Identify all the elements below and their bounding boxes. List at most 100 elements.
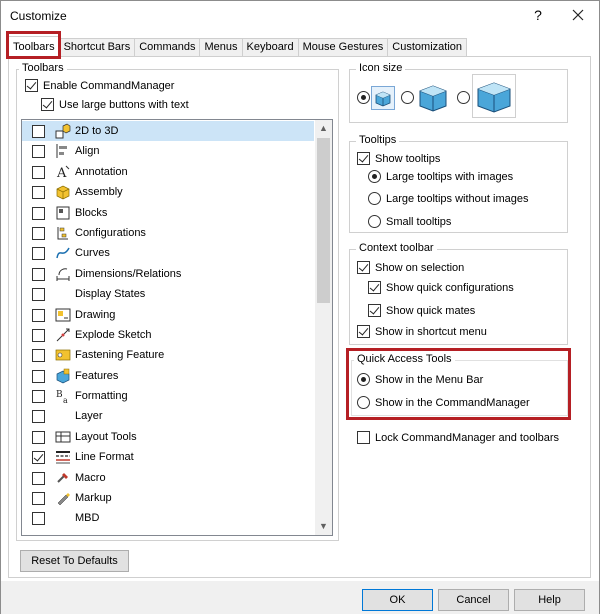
tab-keyboard[interactable]: Keyboard — [241, 38, 299, 57]
show-in-commandmanager-row[interactable]: Show in the CommandManager — [357, 396, 530, 409]
show-in-menu-bar-row[interactable]: Show in the Menu Bar — [357, 373, 483, 386]
toolbar-item-checkbox[interactable] — [32, 512, 45, 526]
lock-toolbars-row[interactable]: Lock CommandManager and toolbars — [357, 431, 559, 444]
tab-toolbars[interactable]: Toolbars — [8, 36, 60, 57]
toolbar-item-label: Macro — [75, 471, 106, 484]
scroll-down-icon[interactable]: ▼ — [315, 518, 332, 535]
toolbar-list-item[interactable]: 2D to 3D — [22, 121, 314, 142]
use-large-buttons-row[interactable]: Use large buttons with text — [41, 98, 189, 111]
help-button[interactable]: Help — [514, 589, 585, 611]
toolbar-item-checkbox[interactable] — [32, 288, 45, 302]
blocks-icon — [55, 205, 71, 221]
toolbar-list-item[interactable]: Blocks — [22, 203, 314, 223]
toolbar-list-item[interactable]: Drawing — [22, 305, 314, 325]
toolbar-item-checkbox[interactable] — [32, 390, 45, 404]
toolbar-item-checkbox[interactable] — [32, 145, 45, 159]
toolbar-list-item[interactable]: Ba Formatting — [22, 386, 314, 406]
show-in-menu-bar-radio[interactable] — [357, 373, 370, 386]
toolbar-item-checkbox[interactable] — [32, 226, 45, 240]
enable-commandmanager-checkbox[interactable] — [25, 79, 38, 92]
cancel-button[interactable]: Cancel — [438, 589, 509, 611]
close-icon[interactable] — [567, 5, 589, 25]
toolbar-list-item[interactable]: Configurations — [22, 223, 314, 243]
toolbar-item-checkbox[interactable] — [32, 492, 45, 506]
toolbar-list-item[interactable]: Align — [22, 141, 314, 161]
toolbar-item-checkbox[interactable] — [32, 267, 45, 281]
tab-menus[interactable]: Menus — [199, 38, 243, 57]
toolbar-item-checkbox[interactable] — [32, 247, 45, 261]
toolbar-item-checkbox[interactable] — [32, 125, 45, 138]
tab-customization[interactable]: Customization — [387, 38, 467, 57]
large-tooltips-no-images-radio[interactable] — [368, 192, 381, 205]
show-in-shortcut-menu-checkbox[interactable] — [357, 325, 370, 338]
toolbar-item-checkbox[interactable] — [32, 410, 45, 424]
toolbar-item-checkbox[interactable] — [32, 186, 45, 200]
toolbar-item-checkbox[interactable] — [32, 451, 45, 465]
toolbar-item-checkbox[interactable] — [32, 471, 45, 485]
toolbars-list[interactable]: 2D to 3D Align A Annotation Assembly Blocks Co… — [21, 119, 333, 536]
toolbar-item-checkbox[interactable] — [32, 328, 45, 342]
icon-size-medium-preview[interactable] — [415, 79, 451, 115]
show-in-shortcut-menu-label: Show in shortcut menu — [375, 325, 487, 338]
scroll-thumb[interactable] — [317, 138, 330, 303]
toolbar-list-item[interactable]: Display States — [22, 284, 314, 304]
show-tooltips-row[interactable]: Show tooltips — [357, 152, 440, 165]
list-scrollbar[interactable]: ▲ ▼ — [315, 120, 332, 535]
reset-to-defaults-button[interactable]: Reset To Defaults — [20, 550, 129, 572]
toolbar-list-item[interactable]: Dimensions/Relations — [22, 264, 314, 284]
toolbar-item-label: Features — [75, 369, 119, 382]
show-quick-mates-checkbox[interactable] — [368, 304, 381, 317]
icon-size-large-radio[interactable] — [457, 91, 470, 104]
icon-size-small-radio[interactable] — [357, 91, 370, 104]
ok-button[interactable]: OK — [362, 589, 433, 611]
show-on-selection-checkbox[interactable] — [357, 261, 370, 274]
show-quick-mates-row[interactable]: Show quick mates — [368, 304, 475, 317]
toolbar-item-label: MBD — [75, 512, 100, 525]
large-tooltips-no-images-row[interactable]: Large tooltips without images — [368, 192, 528, 205]
icon-size-medium-radio[interactable] — [401, 91, 414, 104]
tab-commands[interactable]: Commands — [134, 38, 201, 57]
icon-size-large-preview[interactable] — [472, 74, 516, 118]
toolbar-list-item[interactable]: A Annotation — [22, 162, 314, 182]
show-in-shortcut-menu-row[interactable]: Show in shortcut menu — [357, 325, 487, 338]
toolbar-list-item[interactable]: Explode Sketch — [22, 325, 314, 345]
scroll-up-icon[interactable]: ▲ — [315, 120, 332, 137]
show-in-commandmanager-radio[interactable] — [357, 396, 370, 409]
small-tooltips-row[interactable]: Small tooltips — [368, 215, 451, 228]
icon-size-small-preview[interactable] — [371, 86, 395, 110]
small-tooltips-radio[interactable] — [368, 215, 381, 228]
lock-toolbars-checkbox[interactable] — [357, 431, 370, 444]
toolbar-list-item[interactable]: MBD — [22, 508, 314, 528]
enable-commandmanager-row[interactable]: Enable CommandManager — [25, 79, 174, 92]
toolbar-list-item[interactable]: Layout Tools — [22, 427, 314, 447]
toolbar-item-checkbox[interactable] — [32, 430, 45, 444]
toolbar-item-checkbox[interactable] — [32, 369, 45, 383]
toolbar-item-checkbox[interactable] — [32, 165, 45, 179]
toolbar-list-item[interactable]: Markup — [22, 488, 314, 508]
show-on-selection-row[interactable]: Show on selection — [357, 261, 464, 274]
large-tooltips-images-row[interactable]: Large tooltips with images — [368, 170, 513, 183]
toolbar-list-item[interactable]: Macro — [22, 468, 314, 488]
tab-shortcut-bars[interactable]: Shortcut Bars — [58, 38, 136, 57]
toolbar-list-item[interactable]: Curves — [22, 243, 314, 263]
toolbar-item-label: Dimensions/Relations — [75, 267, 182, 280]
tab-strip: Toolbars Shortcut Bars Commands Menus Ke… — [8, 36, 467, 57]
use-large-buttons-checkbox[interactable] — [41, 98, 54, 111]
toolbar-list-item[interactable]: Features — [22, 366, 314, 386]
toolbar-item-checkbox[interactable] — [32, 308, 45, 322]
toolbar-list-item[interactable]: Layer — [22, 406, 314, 426]
help-icon[interactable]: ? — [528, 5, 548, 25]
toolbar-item-label: Formatting — [75, 390, 128, 403]
formatting-icon: Ba — [55, 388, 71, 405]
cube-small-icon — [375, 91, 391, 107]
tab-mouse-gestures[interactable]: Mouse Gestures — [297, 38, 389, 57]
toolbar-list-item[interactable]: Assembly — [22, 182, 314, 202]
toolbar-item-checkbox[interactable] — [32, 206, 45, 220]
large-tooltips-images-radio[interactable] — [368, 170, 381, 183]
toolbar-list-item[interactable]: Line Format — [22, 447, 314, 467]
show-quick-configurations-checkbox[interactable] — [368, 281, 381, 294]
toolbar-item-checkbox[interactable] — [32, 349, 45, 363]
show-quick-configurations-row[interactable]: Show quick configurations — [368, 281, 514, 294]
show-tooltips-checkbox[interactable] — [357, 152, 370, 165]
toolbar-list-item[interactable]: Fastening Feature — [22, 345, 314, 365]
